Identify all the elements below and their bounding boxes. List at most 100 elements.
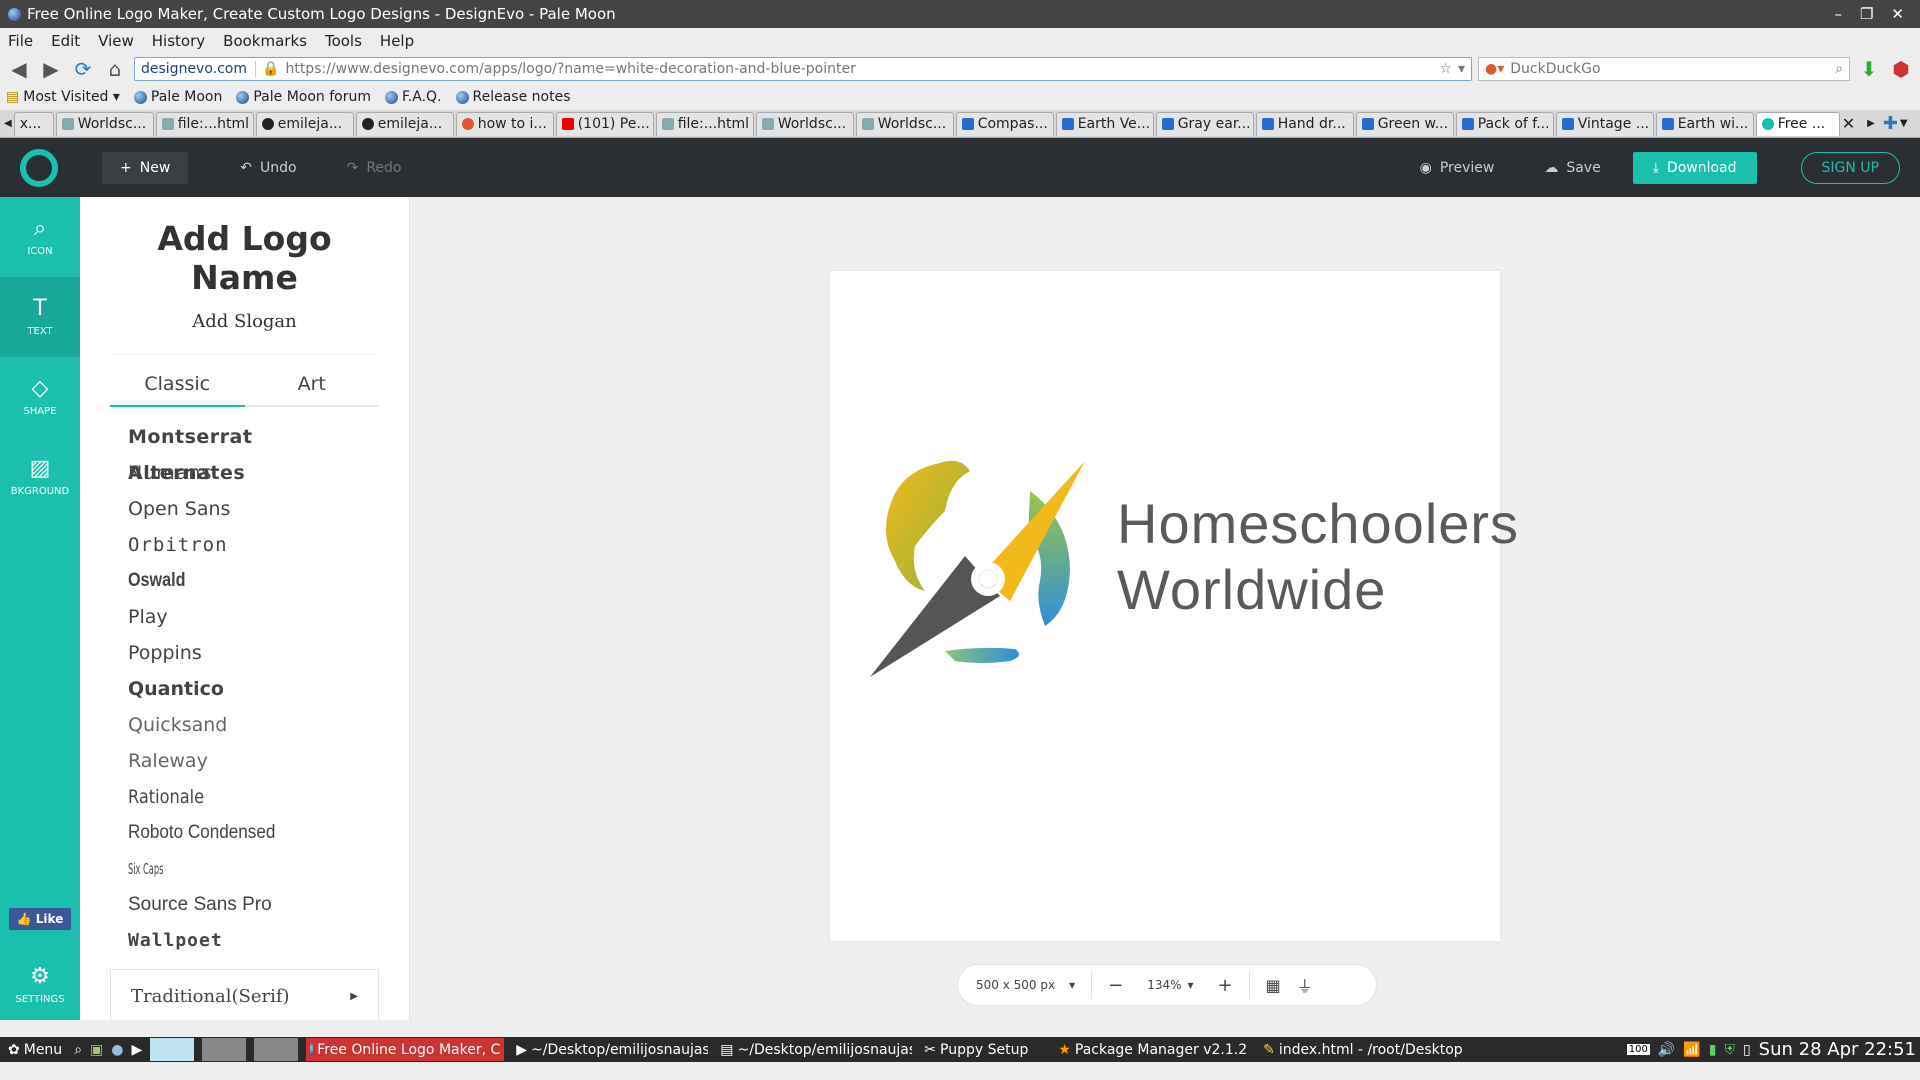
forward-icon[interactable]: ▶ xyxy=(38,56,64,82)
menu-view[interactable]: View xyxy=(98,32,134,50)
facebook-like-button[interactable]: 👍 Like xyxy=(8,908,72,930)
adblock-icon[interactable]: ⬢ xyxy=(1888,56,1914,82)
align-icon[interactable]: ⏚ xyxy=(1297,973,1313,997)
menu-tools[interactable]: Tools xyxy=(325,32,362,50)
site-identity[interactable]: designevo.com xyxy=(141,61,257,77)
wifi-icon[interactable]: 📶 xyxy=(1683,1042,1700,1058)
zoom-in-button[interactable]: + xyxy=(1218,975,1233,996)
font-item[interactable]: Rationale xyxy=(128,779,326,815)
close-window-icon[interactable]: ✕ xyxy=(1891,5,1904,23)
browser-tab[interactable]: Earth Ve... xyxy=(1055,111,1154,136)
workspace-2[interactable] xyxy=(202,1038,247,1061)
home-icon[interactable]: ⌂ xyxy=(102,56,128,82)
browser-tab[interactable]: x... xyxy=(13,111,54,136)
workspace-1[interactable] xyxy=(150,1038,195,1061)
bookmark-most-visited[interactable]: ▤ Most Visited ▾ xyxy=(6,89,120,105)
font-item[interactable]: Quantico xyxy=(128,671,361,707)
terminal-icon[interactable]: ▶ xyxy=(131,1042,142,1058)
task-terminal-2[interactable]: ▤ ~/Desktop/emilijosnaujas xyxy=(716,1038,912,1061)
download-button[interactable]: ⤓ Download xyxy=(1632,151,1757,184)
preview-button[interactable]: ◉ Preview xyxy=(1402,152,1513,184)
bookmark-pale-moon-forum[interactable]: Pale Moon forum xyxy=(236,89,371,105)
task-puppy-setup[interactable]: ✂ Puppy Setup xyxy=(920,1038,1032,1061)
browser-tab[interactable]: file:...html xyxy=(155,111,254,136)
browser-launcher-icon[interactable]: ● xyxy=(111,1042,123,1058)
menu-help[interactable]: Help xyxy=(380,32,414,50)
close-tab-icon[interactable]: ✕ xyxy=(1842,114,1855,133)
rail-background[interactable]: ▨ BKGROUND xyxy=(0,437,80,517)
browser-tab[interactable]: Green w... xyxy=(1355,111,1454,136)
font-item[interactable]: Orbitron xyxy=(128,527,361,563)
font-item[interactable]: Raleway xyxy=(128,743,361,779)
browser-tab[interactable]: file:...html xyxy=(655,111,754,136)
search-input[interactable]: ●▾ DuckDuckGo ⌕ xyxy=(1478,57,1850,81)
bookmark-pale-moon[interactable]: Pale Moon xyxy=(133,89,222,105)
rail-text[interactable]: T TEXT xyxy=(0,277,80,357)
browser-tab-active[interactable]: Free ... xyxy=(1755,111,1840,136)
font-item[interactable]: Source Sans Pro xyxy=(128,887,361,923)
browser-tab[interactable]: Worldsc... xyxy=(55,111,154,136)
slogan-input[interactable]: Add Slogan xyxy=(110,311,379,332)
browser-tab[interactable]: Pack of f... xyxy=(1455,111,1554,136)
menu-file[interactable]: File xyxy=(8,32,33,50)
browser-tab[interactable]: Worldsc... xyxy=(855,111,954,136)
font-item[interactable]: Wallpoet xyxy=(128,923,361,959)
tab-classic[interactable]: Classic xyxy=(110,373,245,407)
redo-button[interactable]: ↷ Redo xyxy=(329,152,420,184)
browser-tab[interactable]: Compas... xyxy=(955,111,1054,136)
task-geany[interactable]: ✎ index.html - /root/Desktop xyxy=(1259,1038,1467,1061)
canvas-size-select[interactable]: 500 x 500 px ▾ xyxy=(976,978,1075,992)
dropdown-icon[interactable]: ▾ xyxy=(1458,61,1465,77)
menu-edit[interactable]: Edit xyxy=(51,32,80,50)
tab-art[interactable]: Art xyxy=(245,373,380,405)
browser-tab[interactable]: emileja... xyxy=(355,111,454,136)
font-item[interactable]: Montserrat Alternates xyxy=(128,419,361,484)
font-item[interactable]: Play xyxy=(128,599,361,635)
logo-canvas[interactable]: Homeschoolers Worldwide xyxy=(830,271,1518,941)
menu-history[interactable]: History xyxy=(152,32,205,50)
browser-tab[interactable]: emileja... xyxy=(255,111,354,136)
browser-tab[interactable]: (101) Pe... xyxy=(555,111,654,136)
back-icon[interactable]: ◀ xyxy=(6,56,32,82)
browser-tab[interactable]: Gray ear... xyxy=(1155,111,1254,136)
font-item[interactable]: Open Sans xyxy=(128,491,361,527)
search-icon[interactable]: ⌕ xyxy=(74,1042,82,1058)
start-menu-button[interactable]: ✿ Menu xyxy=(4,1038,66,1061)
compass-globe-logo-icon[interactable] xyxy=(870,451,1100,691)
workspace-3[interactable] xyxy=(254,1038,299,1061)
rail-settings[interactable]: ⚙ SETTINGS xyxy=(0,950,80,1020)
browser-tab[interactable]: Earth wi... xyxy=(1655,111,1754,136)
address-bar[interactable]: designevo.com 🔒 https://www.designevo.co… xyxy=(134,57,1472,81)
designevo-logo-icon[interactable] xyxy=(20,148,58,187)
rail-shape[interactable]: ◇ SHAPE xyxy=(0,357,80,437)
zoom-out-button[interactable]: − xyxy=(1108,975,1123,996)
battery-level[interactable]: 100 xyxy=(1626,1044,1650,1055)
sign-up-button[interactable]: SIGN UP xyxy=(1800,151,1900,184)
bookmark-faq[interactable]: F.A.Q. xyxy=(385,89,442,105)
download-arrow-icon[interactable]: ⬇ xyxy=(1856,56,1882,82)
browser-tab[interactable]: how to i... xyxy=(455,111,554,136)
grid-icon[interactable]: ▦ xyxy=(1266,976,1281,995)
new-button[interactable]: + New xyxy=(102,151,189,184)
save-button[interactable]: ☁ Save xyxy=(1526,152,1618,184)
zoom-level-select[interactable]: 134% ▾ xyxy=(1147,978,1193,992)
shield-icon[interactable]: ⛨ xyxy=(1724,1042,1735,1058)
reload-icon[interactable]: ⟳ xyxy=(70,56,96,82)
tab-scroll-left-icon[interactable]: ◀ xyxy=(4,118,12,129)
tab-list-icon[interactable]: ▼ xyxy=(1900,118,1908,129)
font-item[interactable]: Quicksand xyxy=(128,707,361,743)
bookmark-star-icon[interactable]: ☆ xyxy=(1439,61,1452,77)
search-icon[interactable]: ⌕ xyxy=(1835,61,1843,77)
task-terminal-1[interactable]: ▶ ~/Desktop/emilijosnaujas xyxy=(512,1038,708,1061)
logo-name-input[interactable]: Add Logo Name xyxy=(110,219,379,297)
font-item[interactable]: Oswald xyxy=(128,563,326,599)
files-icon[interactable]: ▣ xyxy=(90,1042,103,1058)
font-item[interactable]: Six Caps xyxy=(128,851,256,887)
logo-text[interactable]: Homeschoolers Worldwide xyxy=(1117,491,1519,623)
maximize-icon[interactable]: ❐ xyxy=(1860,5,1873,23)
new-tab-icon[interactable]: ✚ xyxy=(1883,113,1898,134)
bookmark-release-notes[interactable]: Release notes xyxy=(455,89,571,105)
storage-icon[interactable]: ▮ xyxy=(1709,1042,1717,1058)
volume-icon[interactable]: 🔊 xyxy=(1658,1042,1675,1058)
browser-tab[interactable]: Vintage ... xyxy=(1555,111,1654,136)
